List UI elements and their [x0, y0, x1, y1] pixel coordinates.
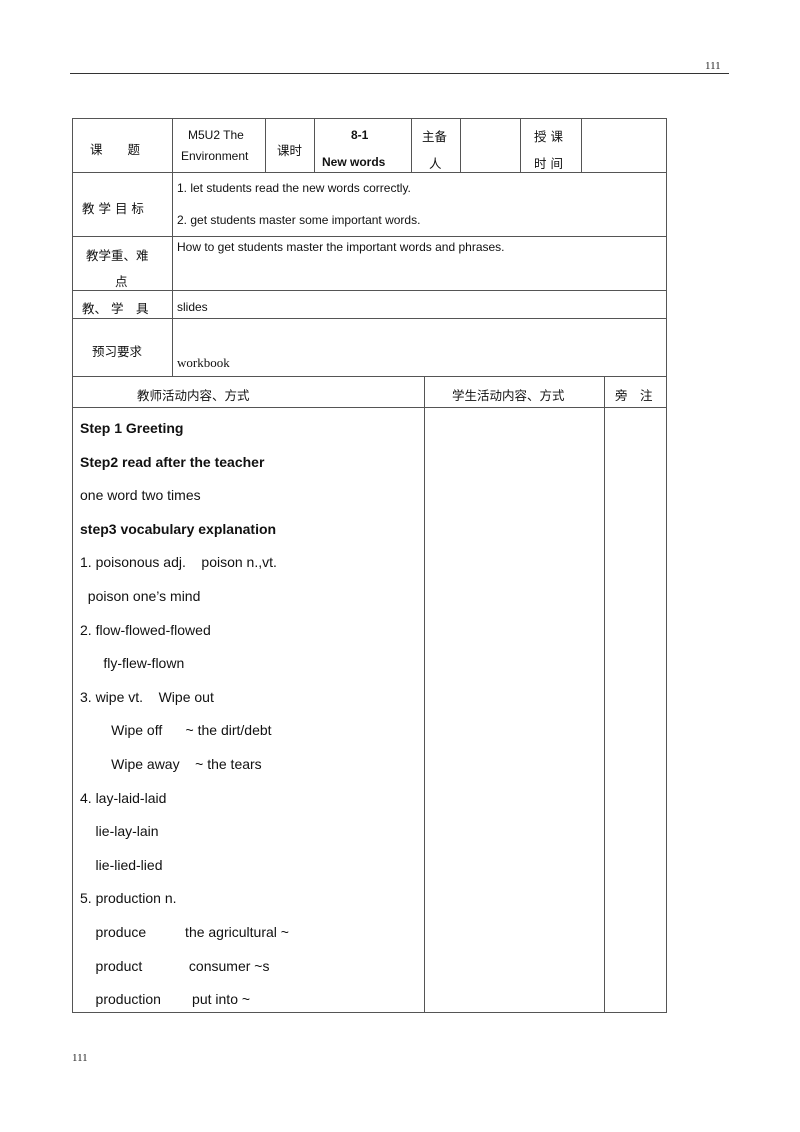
preview-label: 预习要求 — [92, 344, 143, 359]
preparer-label-line1: 主备 — [422, 129, 448, 144]
activity-line: lie-lied-lied — [80, 856, 163, 873]
activity-line: one word two times — [80, 487, 201, 504]
key-points-label-line2: 点 — [115, 274, 128, 289]
activity-line: step3 vocabulary explanation — [80, 520, 277, 537]
topic-label: 课 题 — [90, 142, 141, 157]
col-divider — [411, 118, 412, 172]
objective-item: 2. get students master some important wo… — [177, 213, 421, 227]
tools-label: 教、 学 具 — [82, 301, 149, 316]
activity-line: Wipe off ~ the dirt/debt — [80, 722, 272, 739]
row-divider — [72, 407, 667, 408]
activity-line: 3. wipe vt. Wipe out — [80, 688, 214, 705]
objective-item: 1. let students read the new words corre… — [177, 181, 411, 195]
teacher-activity-header: 教师活动内容、方式 — [137, 388, 250, 403]
col-divider — [520, 118, 521, 172]
topic-value-line2: Environment — [181, 149, 249, 163]
activity-line: 4. lay-laid-laid — [80, 789, 167, 806]
col-divider — [581, 118, 582, 172]
activity-line: Wipe away ~ the tears — [80, 756, 262, 772]
row-divider — [72, 236, 667, 237]
period-value-line1: 8-1 — [351, 128, 369, 142]
tools-value: slides — [177, 300, 208, 314]
activity-line: poison one’s mind — [80, 588, 201, 604]
row-divider — [72, 376, 667, 377]
row-divider — [72, 318, 667, 319]
key-points-label-line1: 教学重、难 — [86, 248, 149, 263]
key-points-value: How to get students master the important… — [177, 240, 505, 254]
col-divider — [265, 118, 266, 172]
row-divider — [72, 290, 667, 291]
activity-line: Step 1 Greeting — [80, 420, 184, 436]
col-divider — [172, 118, 173, 376]
activity-line: production put into ~ — [80, 991, 251, 1008]
activity-line: 2. flow-flowed-flowed — [80, 621, 211, 638]
col-divider — [604, 376, 605, 1013]
activity-line: lie-lay-lain — [80, 823, 159, 840]
activity-line: 1. poisonous adj. poison n.,vt. — [80, 554, 277, 571]
row-divider — [72, 172, 667, 173]
topic-value-line1: M5U2 The — [188, 128, 244, 142]
student-activity-header: 学生活动内容、方式 — [452, 388, 565, 403]
teaching-time-label-line2: 时 间 — [534, 156, 563, 171]
activity-line: 5. production n. — [80, 890, 177, 907]
activity-line: fly-flew-flown — [80, 655, 185, 672]
preview-value: workbook — [177, 355, 230, 370]
page-number-top: 111 — [705, 60, 721, 72]
activity-line: product consumer ~s — [80, 957, 270, 974]
page-number-bottom: 111 — [72, 1052, 88, 1064]
col-divider — [460, 118, 461, 172]
header-rule — [70, 73, 729, 74]
col-divider — [314, 118, 315, 172]
notes-header: 旁 注 — [615, 388, 653, 403]
period-label: 课时 — [277, 143, 303, 158]
period-value-line2: New words — [322, 155, 386, 169]
col-divider — [424, 376, 425, 1013]
activity-line: Step2 read after the teacher — [80, 453, 265, 470]
preparer-label-line2: 人 — [429, 156, 442, 171]
activity-line: produce the agricultural ~ — [80, 924, 289, 940]
objectives-label: 教 学 目 标 — [82, 201, 144, 216]
teaching-time-label-line1: 授 课 — [534, 129, 563, 144]
